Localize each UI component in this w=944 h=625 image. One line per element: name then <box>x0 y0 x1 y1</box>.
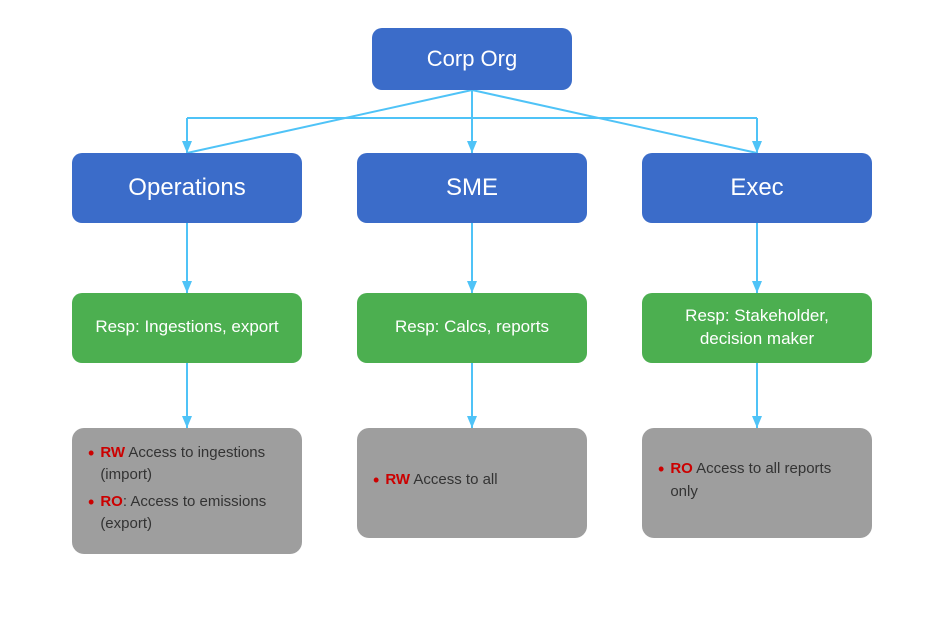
root-label: Corp Org <box>427 46 517 72</box>
exec-ro-label: RO <box>670 460 693 477</box>
root-node: Corp Org <box>372 28 572 90</box>
sme-node: SME <box>357 153 587 223</box>
sme-label: SME <box>446 174 498 202</box>
operations-bullet-1: • RW Access to ingestions (import) <box>88 442 286 487</box>
sme-rw-label: RW <box>385 471 410 488</box>
org-diagram: Corp Org Operations SME Exec Resp: Inges… <box>12 8 932 618</box>
operations-rw-label: RW <box>100 444 125 461</box>
operations-resp-label: Resp: Ingestions, export <box>95 316 278 338</box>
operations-label: Operations <box>128 174 245 202</box>
operations-node: Operations <box>72 153 302 223</box>
exec-access-node: • RO Access to all reports only <box>642 428 872 538</box>
exec-resp-label: Resp: Stakeholder, decision maker <box>658 305 856 349</box>
exec-node: Exec <box>642 153 872 223</box>
operations-resp-node: Resp: Ingestions, export <box>72 293 302 363</box>
exec-resp-node: Resp: Stakeholder, decision maker <box>642 293 872 363</box>
sme-access-node: • RW Access to all <box>357 428 587 538</box>
sme-resp-node: Resp: Calcs, reports <box>357 293 587 363</box>
operations-ro-label: RO <box>100 493 123 510</box>
exec-label: Exec <box>730 174 783 202</box>
sme-bullet-1: • RW Access to all <box>373 469 498 492</box>
operations-access-node: • RW Access to ingestions (import) • RO:… <box>72 428 302 554</box>
operations-bullet-2: • RO: Access to emissions (export) <box>88 491 286 536</box>
exec-bullet-1: • RO Access to all reports only <box>658 458 856 503</box>
sme-resp-label: Resp: Calcs, reports <box>395 316 549 338</box>
